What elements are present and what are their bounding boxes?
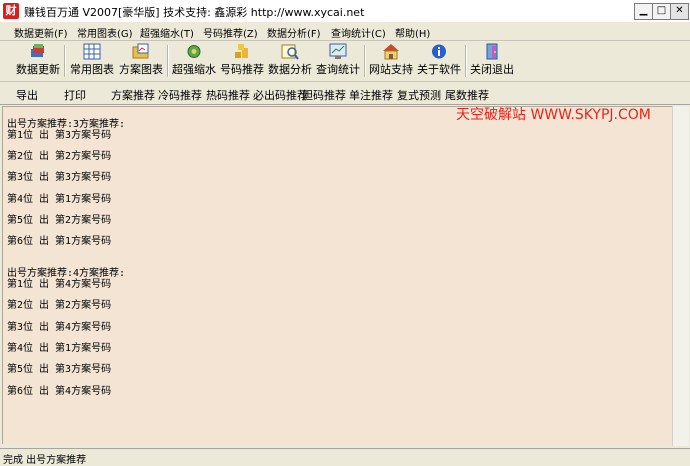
- website-button[interactable]: 网站支持: [367, 43, 415, 79]
- app-window: 财 赚钱百万通 V2007[豪华版] 技术支持: 鑫源彩 http://www.…: [0, 0, 690, 466]
- bold-recommend-button[interactable]: 胆码推荐: [302, 87, 346, 103]
- menu-query[interactable]: 查询统计(C): [331, 25, 386, 40]
- analysis-button[interactable]: 数据分析: [266, 43, 314, 79]
- books-icon: [31, 44, 44, 57]
- cold-recommend-button[interactable]: 冷码推荐: [158, 87, 202, 103]
- toolbar-separator: [465, 45, 467, 77]
- close-icon: ✕: [675, 5, 684, 16]
- sub-toolbar: 导出 打印 方案推荐 冷码推荐 热码推荐 必出码推荐 胆码推荐 单注推荐 复式预…: [0, 82, 690, 105]
- toolbar-separator: [364, 45, 366, 77]
- house-icon: [383, 44, 399, 60]
- toolbar-separator: [167, 45, 169, 77]
- plan-charts-label: 方案图表: [119, 63, 163, 76]
- menu-help[interactable]: 帮助(H): [395, 25, 430, 40]
- export-button[interactable]: 导出: [16, 87, 38, 103]
- query-button[interactable]: 查询统计: [314, 43, 362, 79]
- menu-analysis[interactable]: 数据分析(F): [267, 25, 321, 40]
- result-line: 第4位 出 第1方案号码: [7, 343, 112, 354]
- plan-recommend-button[interactable]: 方案推荐: [111, 87, 155, 103]
- menu-data-update[interactable]: 数据更新(F): [14, 25, 68, 40]
- grid-chart-icon: [83, 43, 101, 60]
- data-update-button[interactable]: 数据更新: [14, 43, 62, 79]
- data-update-label: 数据更新: [16, 63, 60, 76]
- minimize-icon: ▁: [639, 5, 648, 16]
- common-charts-label: 常用图表: [70, 63, 114, 76]
- app-logo-icon: 财: [3, 3, 19, 19]
- menu-bar: 数据更新(F) 常用图表(G) 超强缩水(T) 号码推荐(Z) 数据分析(F) …: [0, 22, 690, 41]
- recommend-label: 号码推荐: [220, 63, 264, 76]
- title-bar[interactable]: 财 赚钱百万通 V2007[豪华版] 技术支持: 鑫源彩 http://www.…: [0, 0, 690, 23]
- result-line: 第1位 出 第3方案号码: [7, 130, 112, 141]
- maximize-button[interactable]: □: [652, 3, 671, 20]
- close-button[interactable]: ✕: [670, 3, 689, 20]
- result-line: 第4位 出 第1方案号码: [7, 194, 112, 205]
- menu-shrink[interactable]: 超强缩水(T): [140, 25, 194, 40]
- menu-recommend[interactable]: 号码推荐(Z): [203, 25, 258, 40]
- magnifier-chart-icon: [281, 44, 299, 60]
- door-exit-icon: [486, 43, 498, 60]
- result-line: 第3位 出 第3方案号码: [7, 172, 112, 183]
- monitor-chart-icon: [329, 43, 347, 59]
- recommend-button[interactable]: 号码推荐: [218, 43, 266, 79]
- vertical-scrollbar[interactable]: [672, 106, 689, 446]
- tail-recommend-button[interactable]: 尾数推荐: [445, 87, 489, 103]
- plan-charts-button[interactable]: 方案图表: [117, 43, 165, 79]
- result-line: 第3位 出 第4方案号码: [7, 322, 112, 333]
- result-line: 第1位 出 第4方案号码: [7, 279, 112, 290]
- result-line: 第2位 出 第2方案号码: [7, 151, 112, 162]
- single-recommend-button[interactable]: 单注推荐: [349, 87, 393, 103]
- toolbar-separator: [64, 45, 66, 77]
- shrink-label: 超强缩水: [172, 63, 216, 76]
- toolbar: 数据更新 常用图表 方案图表 超强缩水 号码推荐 数据分析 查询统计 网站支持 …: [0, 41, 690, 82]
- menu-common-charts[interactable]: 常用图表(G): [77, 25, 133, 40]
- exit-label: 关闭退出: [470, 63, 514, 76]
- common-charts-button[interactable]: 常用图表: [68, 43, 116, 79]
- watermark: 天空破解站 WWW.SKYPJ.COM: [456, 107, 651, 123]
- status-bar: 完成 出号方案推荐: [0, 448, 690, 466]
- exit-button[interactable]: 关闭退出: [468, 43, 516, 79]
- analysis-label: 数据分析: [268, 63, 312, 76]
- result-line: 第5位 出 第2方案号码: [7, 215, 112, 226]
- hot-recommend-button[interactable]: 热码推荐: [206, 87, 250, 103]
- website-label: 网站支持: [369, 63, 413, 76]
- info-icon: [432, 44, 446, 59]
- folder-chart-icon: [132, 43, 149, 59]
- result-line: 第6位 出 第1方案号码: [7, 236, 112, 247]
- shrink-button[interactable]: 超强缩水: [170, 43, 218, 79]
- query-label: 查询统计: [316, 63, 360, 76]
- coins-icon: [235, 44, 248, 58]
- print-button[interactable]: 打印: [64, 87, 86, 103]
- maximize-icon: □: [656, 5, 667, 16]
- about-button[interactable]: 关于软件: [415, 43, 463, 79]
- gear-icon: [187, 45, 201, 58]
- multi-forecast-button[interactable]: 复式预测: [397, 87, 441, 103]
- result-line: 第5位 出 第3方案号码: [7, 364, 112, 375]
- minimize-button[interactable]: ▁: [634, 3, 653, 20]
- result-line: 第2位 出 第2方案号码: [7, 300, 112, 311]
- results-text-area[interactable]: 天空破解站 WWW.SKYPJ.COM 出号方案推荐:3方案推荐: 第1位 出 …: [2, 106, 673, 446]
- must-recommend-button[interactable]: 必出码推荐: [253, 87, 308, 103]
- result-line: 第6位 出 第4方案号码: [7, 386, 112, 397]
- window-title: 赚钱百万通 V2007[豪华版] 技术支持: 鑫源彩 http://www.xy…: [24, 6, 365, 19]
- about-label: 关于软件: [417, 63, 461, 76]
